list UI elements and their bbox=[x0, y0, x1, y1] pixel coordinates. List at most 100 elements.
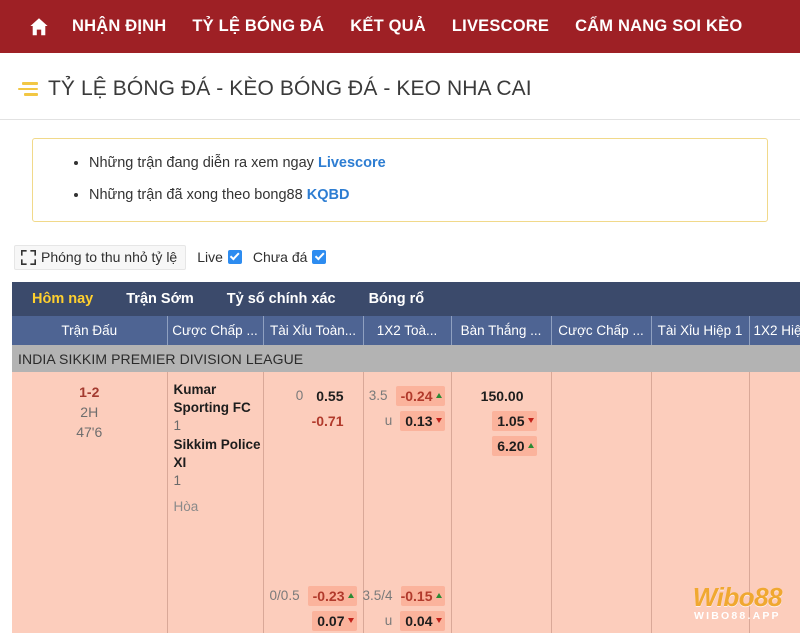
value-text: 150.00 bbox=[481, 388, 524, 404]
col-cuoc-chap-ft[interactable]: Cược Chấp ... bbox=[167, 316, 263, 345]
handicap-ft-over-value[interactable]: 0.55 bbox=[311, 386, 356, 406]
col-1x2-ft[interactable]: 1X2 Toà... bbox=[363, 316, 451, 345]
away-team-number: 1 bbox=[174, 471, 263, 491]
x12-ft-cell[interactable]: 150.00 1.05 6.20 bbox=[451, 372, 551, 633]
nav-item-ty-le-bong-da[interactable]: TỶ LỆ BÓNG ĐÁ bbox=[192, 17, 324, 36]
kqbd-link[interactable]: KQBD bbox=[307, 187, 350, 203]
live-filter-checkbox[interactable] bbox=[228, 250, 242, 264]
col-1x2-hiep-1[interactable]: 1X2 Hiệ bbox=[749, 316, 800, 345]
page-title-row: TỶ LỆ BÓNG ĐÁ - KÈO BÓNG ĐÁ - KEO NHA CA… bbox=[0, 53, 800, 120]
notice-wrapper: Những trận đang diễn ra xem ngay Livesco… bbox=[0, 120, 800, 222]
top-navbar: NHẬN ĐỊNH TỶ LỆ BÓNG ĐÁ KẾT QUẢ LIVESCOR… bbox=[0, 0, 800, 53]
value-text: 0.55 bbox=[316, 388, 343, 404]
goals-cell[interactable] bbox=[551, 372, 651, 633]
value-text: -0.23 bbox=[313, 588, 345, 604]
handicap-h1-under-line[interactable]: 0.07 bbox=[264, 608, 357, 633]
x12-ft-home-value[interactable]: 150.00 bbox=[476, 386, 537, 406]
x12-ft-draw-line[interactable]: 1.05 bbox=[452, 408, 537, 433]
match-teams-cell[interactable]: Kumar Sporting FC 1 Sikkim Police XI 1 H… bbox=[167, 372, 263, 633]
notice-text-1: Những trận đang diễn ra xem ngay bbox=[89, 155, 318, 171]
handicap-h1-over-value[interactable]: -0.23 bbox=[308, 586, 357, 606]
home-team-number: 1 bbox=[174, 416, 263, 436]
value-text: 6.20 bbox=[497, 438, 524, 454]
board-tabbar: Hôm nay Trận Sớm Tỷ số chính xác Bóng rổ bbox=[12, 282, 800, 316]
value-text: 0.13 bbox=[405, 413, 432, 429]
overunder-ft-over-value[interactable]: -0.24 bbox=[396, 386, 445, 406]
notice-list: Những trận đang diễn ra xem ngay Livesco… bbox=[43, 153, 757, 205]
handicap-ft-over-line[interactable]: 0 0.55 bbox=[264, 383, 357, 408]
value-text: 1.05 bbox=[497, 413, 524, 429]
zoom-toggle-button[interactable]: Phóng to thu nhỏ tỷ lệ bbox=[14, 245, 186, 270]
handicap-ft-cell[interactable]: 0 0.55 -0.71 bbox=[263, 372, 363, 633]
menu-bars-icon bbox=[18, 81, 38, 97]
value-text: 0.07 bbox=[317, 613, 344, 629]
overunder-h1-line: 3.5/4 bbox=[362, 588, 392, 603]
trend-up-icon bbox=[436, 593, 442, 598]
page-title: TỶ LỆ BÓNG ĐÁ - KÈO BÓNG ĐÁ - KEO NHA CA… bbox=[48, 77, 532, 101]
col-tai-xiu-hiep-1[interactable]: Tài Xỉu Hiệp 1 bbox=[651, 316, 749, 345]
watermark-name: Wibo88 bbox=[693, 584, 782, 610]
live-filter-label: Live bbox=[197, 249, 223, 265]
home-team-name: Kumar Sporting FC bbox=[174, 381, 263, 416]
tab-bong-ro[interactable]: Bóng rổ bbox=[369, 291, 425, 307]
handicap-h1-over-line[interactable]: 0/0.5 -0.23 bbox=[264, 583, 357, 608]
tab-ty-so-chinh-xac[interactable]: Tỷ số chính xác bbox=[227, 291, 336, 307]
match-minute: 47'6 bbox=[12, 422, 167, 442]
watermark-domain: WIBO88.APP bbox=[693, 610, 782, 623]
table-header-row: Trận Đấu Cược Chấp ... Tài Xỉu Toàn... 1… bbox=[12, 316, 800, 345]
overunder-ft-under-line[interactable]: u 0.13 bbox=[364, 408, 445, 433]
upcoming-filter-label: Chưa đá bbox=[253, 249, 308, 265]
watermark: Wibo88 WIBO88.APP bbox=[693, 584, 782, 623]
league-name: INDIA SIKKIM PREMIER DIVISION LEAGUE bbox=[12, 345, 800, 372]
nav-item-ket-qua[interactable]: KẾT QUẢ bbox=[350, 17, 426, 36]
tab-hom-nay[interactable]: Hôm nay bbox=[32, 291, 93, 307]
overunder-ft-under-prefix: u bbox=[385, 413, 393, 428]
zoom-toggle-label: Phóng to thu nhỏ tỷ lệ bbox=[41, 249, 177, 265]
overunder-h1-under-line[interactable]: u 0.04 bbox=[364, 608, 445, 633]
league-row: INDIA SIKKIM PREMIER DIVISION LEAGUE bbox=[12, 345, 800, 372]
col-tran-dau[interactable]: Trận Đấu bbox=[12, 316, 167, 345]
list-item: Những trận đang diễn ra xem ngay Livesco… bbox=[89, 153, 757, 174]
handicap-ft-under-line[interactable]: -0.71 bbox=[264, 408, 357, 433]
match-score: 1-2 bbox=[12, 382, 167, 402]
overunder-ft-cell[interactable]: 3.5 -0.24 u 0.13 bbox=[363, 372, 451, 633]
trend-up-icon bbox=[528, 443, 534, 448]
x12-ft-home-line[interactable]: 150.00 bbox=[452, 383, 537, 408]
draw-label: Hòa bbox=[174, 497, 263, 517]
col-ban-thang[interactable]: Bàn Thắng ... bbox=[451, 316, 551, 345]
trend-up-icon bbox=[348, 593, 354, 598]
trend-down-icon bbox=[436, 618, 442, 623]
x12-ft-away-value[interactable]: 6.20 bbox=[492, 436, 536, 456]
trend-down-icon bbox=[436, 418, 442, 423]
match-score-cell[interactable]: 1-2 2H 47'6 bbox=[12, 372, 167, 633]
overunder-ft-under-value[interactable]: 0.13 bbox=[400, 411, 444, 431]
overunder-ft-over-line[interactable]: 3.5 -0.24 bbox=[364, 383, 445, 408]
upcoming-filter-checkbox[interactable] bbox=[312, 250, 326, 264]
odds-table: Trận Đấu Cược Chấp ... Tài Xỉu Toàn... 1… bbox=[12, 316, 800, 633]
nav-item-nhan-dinh[interactable]: NHẬN ĐỊNH bbox=[72, 17, 166, 36]
away-team-name: Sikkim Police XI bbox=[174, 436, 263, 471]
overunder-h1-under-value[interactable]: 0.04 bbox=[400, 611, 444, 631]
col-tai-xiu-ft[interactable]: Tài Xỉu Toàn... bbox=[263, 316, 363, 345]
livescore-link[interactable]: Livescore bbox=[318, 155, 386, 171]
x12-ft-away-line[interactable]: 6.20 bbox=[452, 433, 537, 458]
value-text: -0.24 bbox=[401, 388, 433, 404]
table-row[interactable]: 1-2 2H 47'6 Kumar Sporting FC 1 Sikkim P… bbox=[12, 372, 800, 633]
value-text: -0.71 bbox=[312, 413, 344, 429]
x12-ft-draw-value[interactable]: 1.05 bbox=[492, 411, 536, 431]
handicap-h1-line: 0/0.5 bbox=[270, 588, 300, 603]
overunder-h1-under-prefix: u bbox=[385, 613, 393, 628]
home-icon[interactable] bbox=[24, 12, 54, 42]
fullscreen-icon bbox=[21, 250, 36, 265]
handicap-ft-line: 0 bbox=[296, 388, 304, 403]
col-cuoc-chap-h1[interactable]: Cược Chấp ... bbox=[551, 316, 651, 345]
handicap-h1-under-value[interactable]: 0.07 bbox=[312, 611, 356, 631]
overunder-h1-over-line[interactable]: 3.5/4 -0.15 bbox=[364, 583, 445, 608]
nav-item-cam-nang-soi-keo[interactable]: CẨM NANG SOI KÈO bbox=[575, 17, 742, 36]
nav-item-livescore[interactable]: LIVESCORE bbox=[452, 17, 549, 36]
overunder-h1-over-value[interactable]: -0.15 bbox=[401, 586, 445, 606]
overunder-ft-line: 3.5 bbox=[369, 388, 388, 403]
value-text: 0.04 bbox=[405, 613, 432, 629]
tab-tran-som[interactable]: Trận Sớm bbox=[126, 291, 194, 307]
handicap-ft-under-value[interactable]: -0.71 bbox=[307, 411, 357, 431]
